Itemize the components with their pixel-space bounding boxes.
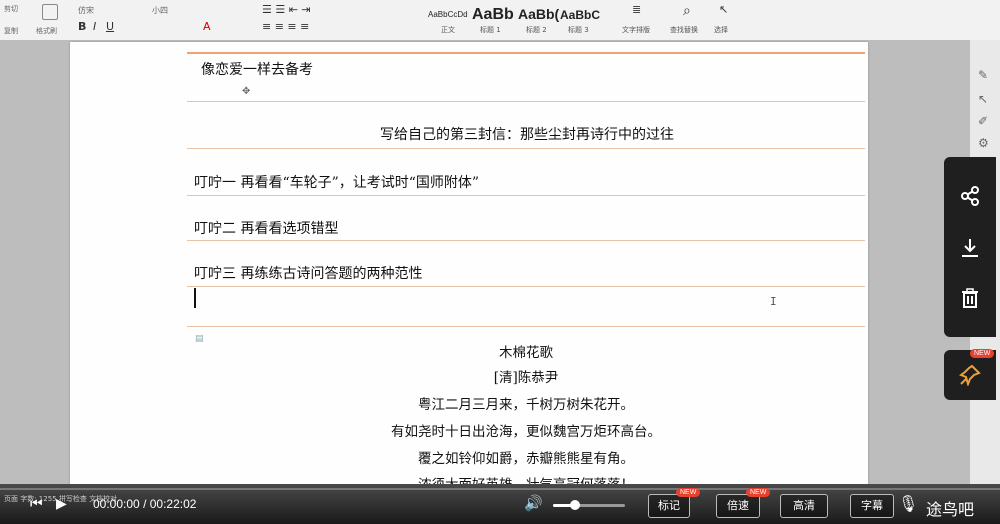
divider	[187, 101, 865, 102]
underline-button[interactable]: U	[106, 20, 114, 33]
divider	[187, 52, 865, 54]
total-time: 00:22:02	[149, 497, 197, 511]
document-page[interactable]: ✥ 像恋爱一样去备考 写给自己的第三封信：那些尘封再诗行中的过往 叮咛一 再看看…	[70, 42, 868, 484]
select-label[interactable]: 选择	[714, 25, 728, 35]
quality-button[interactable]: 高清	[780, 494, 828, 518]
doc-heading: 像恋爱一样去备考	[201, 62, 313, 78]
ibeam-pointer-icon: I	[770, 295, 777, 308]
poem-line: 覆之如铃仰如爵，赤瓣熊熊星有角。	[418, 451, 634, 467]
format-painter-label[interactable]: 格式刷	[36, 26, 57, 36]
text-layout-label[interactable]: 文字排版	[622, 25, 650, 35]
list-icons[interactable]: ☰ ☰ ⇤ ⇥	[262, 3, 311, 16]
current-time: 00:00:00	[93, 497, 140, 511]
pin-icon[interactable]	[944, 364, 996, 391]
select-icon[interactable]: ↖	[719, 3, 728, 16]
subtitle-button[interactable]: 字幕	[850, 494, 894, 518]
text-layout-icon[interactable]: ≣	[632, 3, 641, 16]
watermark: 🎙 途鸟吧	[898, 494, 998, 520]
align-icons[interactable]: ≡ ≡ ≡ ≡	[262, 20, 309, 33]
bookmark-button[interactable]: 标记	[648, 494, 690, 518]
style-h3-label: 标题 3	[568, 26, 589, 34]
volume-knob[interactable]	[569, 500, 580, 510]
cut-label[interactable]: 剪切	[4, 4, 18, 14]
volume-icon[interactable]: 🔊	[524, 494, 543, 512]
edit-icon[interactable]: ✐	[978, 114, 988, 128]
speed-button[interactable]: 倍速	[716, 494, 760, 518]
pen-icon[interactable]: ✎	[978, 68, 988, 82]
letter-title: 写给自己的第三封信：那些尘封再诗行中的过往	[380, 127, 674, 143]
divider	[187, 240, 865, 241]
previous-icon[interactable]: ⏮	[30, 495, 43, 512]
italic-button[interactable]: I	[93, 20, 96, 33]
style-h1-label: 标题 1	[480, 26, 501, 34]
style-h2-sample[interactable]: AaBb(	[518, 6, 559, 22]
copy-label[interactable]: 复制	[4, 26, 18, 36]
style-h3-sample[interactable]: AaBbC	[560, 8, 600, 22]
poem-author: [清]陈恭尹	[493, 370, 559, 386]
word-ribbon: 剪切 格式刷 复制 仿宋 小四 B I U A ≡ ≡ ≡ ≡ ☰ ☰ ⇤ ⇥ …	[0, 0, 1000, 41]
font-name-select[interactable]: 仿宋	[78, 5, 94, 16]
share-icon[interactable]	[944, 185, 996, 212]
style-h2-label: 标题 2	[526, 26, 547, 34]
new-badge: NEW	[970, 349, 995, 358]
cursor-icon[interactable]: ↖	[978, 92, 988, 106]
tip-two: 叮咛二 再看看选项错型	[194, 221, 339, 237]
style-normal-label: 正文	[441, 26, 455, 34]
trash-icon[interactable]	[944, 287, 996, 314]
tip-one: 叮咛一 再看看“车轮子”，让考试时“国师附体”	[194, 175, 480, 191]
format-painter-icon[interactable]	[42, 4, 58, 20]
find-replace-icon[interactable]: ⌕	[683, 3, 691, 19]
adjust-icon[interactable]: ⚙	[978, 136, 989, 150]
download-icon[interactable]	[944, 237, 996, 264]
play-icon[interactable]: ▶	[56, 495, 67, 512]
bold-button[interactable]: B	[78, 20, 86, 33]
style-normal-sample[interactable]: AaBbCcDd	[428, 10, 468, 19]
poem-line: 有如尧时十日出沧海，更似魏宫万炬环高台。	[391, 424, 661, 440]
find-replace-label[interactable]: 查找替换	[670, 25, 698, 35]
divider	[187, 148, 865, 149]
font-size-select[interactable]: 小四	[152, 5, 168, 16]
poem-title: 木棉花歌	[499, 345, 553, 361]
poem-line: 浓须大面好英雄，壮气高冠何落落！	[187, 473, 865, 484]
style-h1-sample[interactable]: AaBb	[472, 6, 514, 24]
divider	[187, 286, 865, 287]
progress-bar[interactable]	[0, 488, 1000, 490]
poem-line: 粤江二月三月来，千树万树朱花开。	[418, 397, 634, 413]
watermark-text: 途鸟吧	[926, 500, 975, 519]
new-badge: NEW	[746, 488, 771, 497]
text-cursor	[194, 288, 196, 308]
time-display: 00:00:00 / 00:22:02	[93, 497, 196, 511]
mic-icon: 🎙	[898, 496, 919, 513]
table-move-icon[interactable]: ✥	[242, 86, 250, 97]
tip-three: 叮咛三 再练练古诗问答题的两种范性	[194, 266, 423, 282]
video-side-panel	[944, 157, 996, 337]
time-separator: /	[143, 497, 147, 511]
font-color-icon[interactable]: A	[203, 20, 211, 33]
divider	[187, 326, 865, 327]
divider	[187, 195, 865, 196]
new-badge: NEW	[676, 488, 701, 497]
